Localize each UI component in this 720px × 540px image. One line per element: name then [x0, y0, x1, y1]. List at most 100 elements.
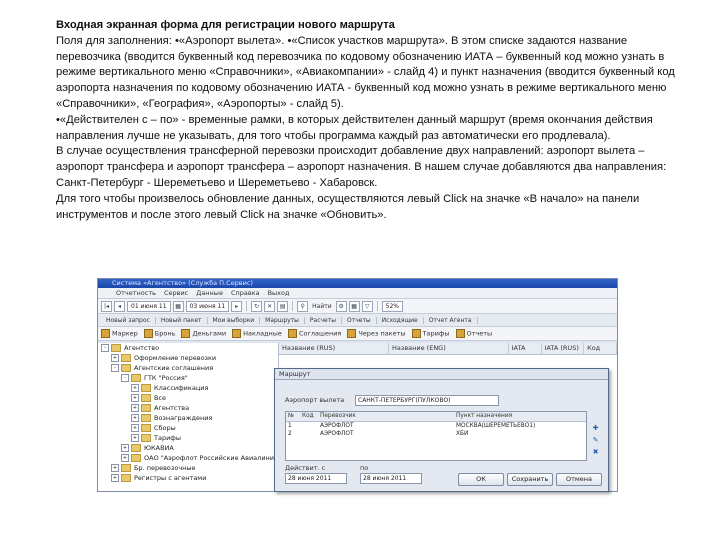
- expand-icon[interactable]: +: [111, 474, 119, 482]
- expand-icon[interactable]: +: [111, 354, 119, 362]
- folder-icon: [131, 374, 141, 382]
- menu-item-data[interactable]: Данные: [192, 288, 227, 298]
- expand-icon[interactable]: +: [131, 434, 139, 442]
- tab-new-package[interactable]: Новый пакет: [156, 316, 208, 324]
- tab-calculations[interactable]: Расчеты: [305, 316, 342, 324]
- folder-icon: [141, 434, 151, 442]
- tree-node[interactable]: + Классификация: [98, 383, 278, 393]
- tab-agent-report[interactable]: Отчет Агента: [424, 316, 478, 324]
- collapse-icon[interactable]: -: [111, 364, 119, 372]
- prev-icon[interactable]: ◂: [114, 300, 125, 312]
- tree-node[interactable]: + Тарифы: [98, 433, 278, 443]
- valid-to-label: по: [360, 464, 369, 472]
- print-icon[interactable]: ▤: [277, 300, 289, 312]
- tree-node[interactable]: - Агентские соглашения: [98, 363, 278, 373]
- package-icon: [347, 329, 357, 338]
- expand-icon[interactable]: +: [131, 384, 139, 392]
- airport-field[interactable]: САНКТ-ПЕТЕРБУРГ(ПУЛКОВО): [355, 395, 499, 406]
- col-code[interactable]: Код: [584, 343, 617, 354]
- action-money[interactable]: Деньгами: [181, 329, 226, 338]
- expand-icon[interactable]: +: [121, 454, 129, 462]
- collapse-icon[interactable]: -: [101, 344, 109, 352]
- cancel-button[interactable]: Отмена: [556, 473, 602, 486]
- expand-icon[interactable]: +: [131, 394, 139, 402]
- tree-node-label: ЮКАВИА: [144, 444, 174, 452]
- tree-node-label: Сборы: [154, 424, 176, 432]
- tree-node-label: Оформление перевозки: [134, 354, 217, 362]
- action-tariffs[interactable]: Тарифы: [411, 329, 450, 338]
- tree-node[interactable]: - ГТК "Россия": [98, 373, 278, 383]
- tree-node[interactable]: + Все: [98, 393, 278, 403]
- edit-row-icon[interactable]: ✎: [591, 436, 600, 444]
- tree-node[interactable]: + Регистры с агентами: [98, 473, 278, 483]
- action-packages[interactable]: Через пакеты: [347, 329, 406, 338]
- tab-my-selections[interactable]: Мои выборки: [208, 316, 261, 324]
- paragraph-2: •«Действителен с – по» - временные рамки…: [56, 113, 653, 142]
- valid-to-field[interactable]: 28 июня 2011: [360, 473, 422, 484]
- tab-routes[interactable]: Маршруты: [260, 316, 305, 324]
- stop-icon[interactable]: ✕: [264, 300, 276, 312]
- menu-item-service[interactable]: Сервис: [160, 288, 192, 298]
- action-waybills[interactable]: Накладные: [232, 329, 282, 338]
- expand-icon[interactable]: +: [111, 464, 119, 472]
- route-table: № Код Перевозчик Пункт назначения 1 АЭРО…: [285, 411, 587, 461]
- menu-item-help[interactable]: Справка: [227, 288, 264, 298]
- first-icon[interactable]: |◂: [101, 300, 112, 312]
- col-iata-rus[interactable]: IATA (RUS): [542, 343, 585, 354]
- filter-icon[interactable]: ▽: [361, 300, 373, 312]
- next-icon[interactable]: ▸: [231, 300, 243, 312]
- expand-icon[interactable]: +: [131, 404, 139, 412]
- tab-new-request[interactable]: Новый запрос: [101, 316, 156, 324]
- window-titlebar: Система «Агентство» (Служба П.Сервис): [98, 279, 617, 288]
- valid-from-field[interactable]: 28 июня 2011: [285, 473, 347, 484]
- save-button[interactable]: Сохранить: [507, 473, 553, 486]
- tree-node[interactable]: + Агентства: [98, 403, 278, 413]
- tree-node[interactable]: + Оформление перевозки: [98, 353, 278, 363]
- tab-outgoing[interactable]: Исходящие: [377, 316, 424, 324]
- menu-item-reports[interactable]: Отчетность: [112, 288, 160, 298]
- folder-icon: [141, 394, 151, 402]
- tree-node[interactable]: + Вознаграждения: [98, 413, 278, 423]
- separator: [376, 301, 378, 311]
- add-row-icon[interactable]: ✚: [591, 424, 600, 432]
- date-to-field[interactable]: 03 июня 11: [185, 300, 230, 312]
- row-carrier: АЭРОФЛОТ: [320, 431, 354, 437]
- paragraph-4: Для того чтобы произвелось обновление да…: [56, 192, 640, 221]
- search-label[interactable]: Найти: [310, 303, 333, 310]
- action-agreements[interactable]: Соглашения: [287, 329, 341, 338]
- refresh-icon[interactable]: ↻: [251, 300, 263, 312]
- search-icon[interactable]: ⚲: [297, 300, 309, 312]
- expand-icon[interactable]: +: [121, 444, 129, 452]
- action-booking[interactable]: Бронь: [143, 329, 175, 338]
- expand-icon[interactable]: +: [131, 414, 139, 422]
- tab-reports[interactable]: Отчеты: [342, 316, 377, 324]
- col-iata[interactable]: IATA: [509, 343, 542, 354]
- table-row[interactable]: 1 АЭРОФЛОТ МОСКВА(ШЕРЕМЕТЬЕВО1): [286, 422, 586, 430]
- action-reports[interactable]: Отчеты: [455, 329, 492, 338]
- folder-icon: [121, 474, 131, 482]
- table-row[interactable]: 2 АЭРОФЛОТ ХБИ: [286, 430, 586, 438]
- expand-icon[interactable]: +: [131, 424, 139, 432]
- row-code: [302, 430, 320, 438]
- row-number: 2: [288, 431, 292, 437]
- tree-node[interactable]: - Агентство: [98, 343, 278, 353]
- delete-row-icon[interactable]: ✖: [591, 448, 600, 456]
- col-number: №: [288, 413, 295, 419]
- tree-node[interactable]: + Бр. перевозочные: [98, 463, 278, 473]
- zoom-field[interactable]: 52%: [381, 300, 403, 312]
- ok-button[interactable]: ОК: [458, 473, 504, 486]
- tree-node[interactable]: + ЮКАВИА: [98, 443, 278, 453]
- date-from-field[interactable]: 01 июня 11: [127, 300, 171, 312]
- collapse-icon[interactable]: -: [121, 374, 129, 382]
- action-marker[interactable]: Маркер: [101, 329, 138, 338]
- tools-icon[interactable]: ⚙: [335, 300, 347, 312]
- menu-item-exit[interactable]: Выход: [264, 288, 294, 298]
- tree-node-label: Агентские соглашения: [134, 364, 214, 372]
- route-table-header: № Код Перевозчик Пункт назначения: [286, 412, 586, 422]
- calendar-icon[interactable]: ▦: [172, 300, 184, 312]
- col-name-eng[interactable]: Название (ENG): [389, 343, 509, 354]
- grid-icon[interactable]: ▦: [348, 300, 360, 312]
- tree-node[interactable]: + Сборы: [98, 423, 278, 433]
- col-name-rus[interactable]: Название (RUS): [279, 343, 389, 354]
- tree-node[interactable]: + ОАО "Аэрофлот Российские Авиалинии": [98, 453, 281, 463]
